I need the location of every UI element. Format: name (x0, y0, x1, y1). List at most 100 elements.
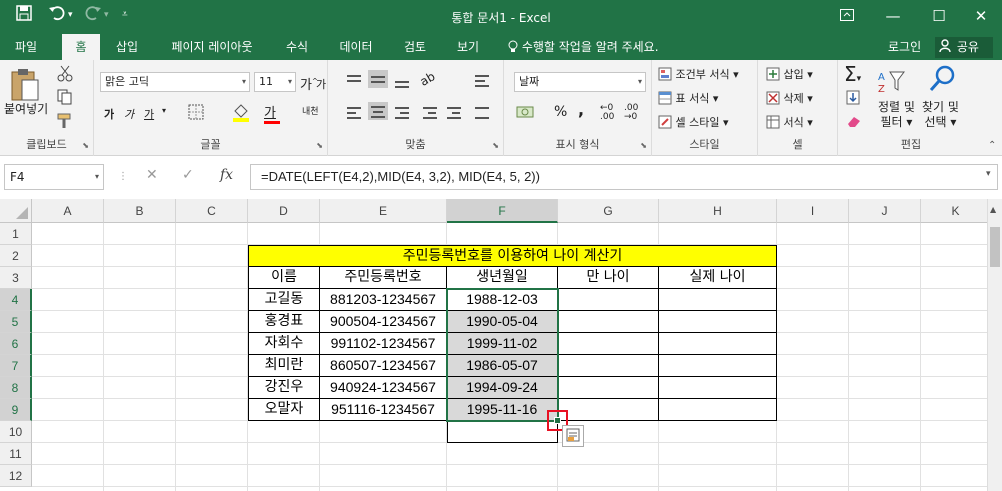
italic-button[interactable]: 가 (124, 106, 134, 122)
column-header-d[interactable]: D (248, 199, 320, 223)
fill-down-icon[interactable] (846, 90, 862, 109)
number-format-combo[interactable]: 날짜 ▾ (514, 72, 646, 92)
row-header-7[interactable]: 7 (0, 355, 32, 377)
minimize-icon[interactable]: — (870, 4, 916, 28)
row-header-2[interactable]: 2 (0, 245, 32, 267)
dialog-launcher-icon[interactable]: ⬊ (316, 141, 323, 150)
phonetic-button[interactable]: 내천 (302, 104, 319, 117)
shrink-font-button[interactable]: 가 (316, 76, 326, 92)
column-header-k[interactable]: K (921, 199, 991, 223)
rrn-cell-e6[interactable]: 991102-1234567 (320, 333, 447, 355)
name-cell-d4[interactable]: 고길동 (248, 289, 320, 311)
sort-filter-button[interactable]: 정렬 및 필터 ▾ (878, 100, 915, 130)
font-color-button[interactable]: 가 (264, 102, 280, 124)
cell-f10[interactable] (447, 421, 558, 443)
birth-cell-f5[interactable]: 1990-05-04 (447, 311, 558, 333)
column-header-j[interactable]: J (849, 199, 921, 223)
age-cell-g7[interactable] (558, 355, 659, 377)
tab-view[interactable]: 보기 (446, 34, 490, 60)
format-as-table-button[interactable]: 표 서식 ▾ (658, 90, 718, 106)
comma-button[interactable]: , (578, 100, 584, 119)
underline-dropdown-icon[interactable]: ▾ (162, 106, 166, 115)
real-age-cell-h9[interactable] (659, 399, 777, 421)
column-header-f[interactable]: F (447, 199, 558, 223)
conditional-format-button[interactable]: 조건부 서식 ▾ (658, 66, 739, 82)
function-icon[interactable]: fx (220, 167, 233, 183)
align-center-icon[interactable] (368, 102, 388, 120)
fill-color-icon[interactable] (232, 102, 250, 125)
column-header-h[interactable]: H (659, 199, 777, 223)
tab-review[interactable]: 검토 (394, 34, 436, 60)
tell-me-box[interactable]: 수행할 작업을 알려 주세요. (508, 34, 659, 60)
row-header-10[interactable]: 10 (0, 421, 32, 443)
align-left-icon[interactable] (344, 104, 364, 122)
scrollbar-thumb[interactable] (990, 227, 1000, 267)
drag-handle-icon[interactable]: ⋮ (118, 171, 128, 182)
font-size-combo[interactable]: 11 ▾ (254, 72, 296, 92)
real-age-cell-h6[interactable] (659, 333, 777, 355)
real-age-cell-h4[interactable] (659, 289, 777, 311)
header-cell-f3[interactable]: 생년월일 (447, 267, 558, 289)
column-header-b[interactable]: B (104, 199, 176, 223)
merge-center-icon[interactable] (472, 104, 492, 122)
formula-input[interactable]: =DATE(LEFT(E4,2),MID(E4, 3,2), MID(E4, 5… (250, 164, 998, 190)
column-header-a[interactable]: A (32, 199, 104, 223)
birth-cell-f8[interactable]: 1994-09-24 (447, 377, 558, 399)
underline-button[interactable]: 가 (144, 106, 154, 122)
increase-decimal-icon[interactable]: ←0.00 (600, 104, 614, 122)
worksheet-grid[interactable]: ABCDEFGHIJK 1 2 3 4 5 6 7 8 9 10 11 12 주민등록번호를 이용하여… (0, 199, 1002, 491)
header-cell-e3[interactable]: 주민등록번호 (320, 267, 447, 289)
vertical-scrollbar[interactable]: ▲ (987, 199, 1002, 491)
age-cell-g9[interactable] (558, 399, 659, 421)
tab-data[interactable]: 데이터 (328, 34, 384, 60)
align-top-icon[interactable] (344, 72, 364, 90)
orientation-icon[interactable]: ab (418, 69, 438, 89)
paste-button[interactable]: 붙여넣기 (4, 100, 48, 117)
dialog-launcher-icon[interactable]: ⬊ (640, 141, 647, 150)
name-cell-d6[interactable]: 자회수 (248, 333, 320, 355)
birth-cell-f4[interactable]: 1988-12-03 (447, 289, 558, 311)
borders-icon[interactable] (188, 104, 204, 123)
row-header-11[interactable]: 11 (0, 443, 32, 465)
tab-file[interactable]: 파일 (6, 34, 46, 60)
column-header-g[interactable]: G (558, 199, 659, 223)
age-cell-g4[interactable] (558, 289, 659, 311)
row-header-12[interactable]: 12 (0, 465, 32, 487)
tab-home[interactable]: 홈 (62, 34, 100, 60)
birth-cell-f7[interactable]: 1986-05-07 (447, 355, 558, 377)
name-cell-d8[interactable]: 강진우 (248, 377, 320, 399)
cut-icon[interactable] (56, 64, 74, 85)
align-middle-icon[interactable] (368, 70, 388, 88)
name-cell-d5[interactable]: 홍경표 (248, 311, 320, 333)
title-cell-d2[interactable]: 주민등록번호를 이용하여 나이 계산기 (248, 245, 777, 267)
expand-formula-icon[interactable]: ▾ (986, 169, 991, 179)
header-cell-d3[interactable]: 이름 (248, 267, 320, 289)
close-icon[interactable]: ✕ (958, 4, 1002, 28)
insert-cells-button[interactable]: 삽입 ▾ (766, 66, 813, 82)
select-all-corner[interactable] (0, 199, 32, 223)
age-cell-g8[interactable] (558, 377, 659, 399)
row-header-6[interactable]: 6 (0, 333, 32, 355)
autosum-icon[interactable]: Σ▾ (844, 62, 861, 86)
name-cell-d9[interactable]: 오말자 (248, 399, 320, 421)
scroll-up-icon[interactable]: ▲ (990, 205, 996, 214)
quick-analysis-button[interactable] (562, 425, 584, 447)
font-name-combo[interactable]: 맑은 고딕 ▾ (100, 72, 250, 92)
dialog-launcher-icon[interactable]: ⬊ (492, 141, 499, 150)
enter-icon[interactable]: ✓ (182, 167, 194, 183)
real-age-cell-h5[interactable] (659, 311, 777, 333)
row-header-1[interactable]: 1 (0, 223, 32, 245)
share-button[interactable]: 공유 (935, 37, 993, 58)
rrn-cell-e9[interactable]: 951116-1234567 (320, 399, 447, 421)
real-age-cell-h8[interactable] (659, 377, 777, 399)
name-cell-d7[interactable]: 최미란 (248, 355, 320, 377)
row-header-3[interactable]: 3 (0, 267, 32, 289)
cell-styles-button[interactable]: 셀 스타일 ▾ (658, 114, 729, 130)
copy-icon[interactable] (56, 88, 74, 109)
bold-button[interactable]: 가 (104, 106, 114, 122)
age-cell-g5[interactable] (558, 311, 659, 333)
wrap-text-icon[interactable] (472, 72, 492, 90)
real-age-cell-h7[interactable] (659, 355, 777, 377)
rrn-cell-e7[interactable]: 860507-1234567 (320, 355, 447, 377)
row-header-9[interactable]: 9 (0, 399, 32, 421)
